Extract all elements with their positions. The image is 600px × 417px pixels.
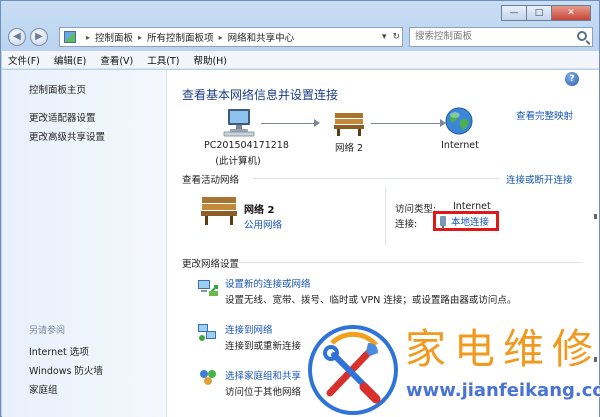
active-network-name: 网络 2 — [244, 205, 275, 216]
access-type-label: 访问类型: — [395, 204, 437, 215]
address-actions: ▾ ↻ — [379, 28, 403, 46]
task-new-connection-desc: 设置无线、宽带、拨号、临时或 VPN 连接；或设置路由器或访问点。 — [225, 295, 517, 306]
close-button[interactable]: ✕ — [551, 5, 591, 21]
menu-tools[interactable]: 工具(T) — [147, 53, 179, 67]
refresh-icon[interactable]: ↻ — [392, 32, 400, 42]
menu-edit[interactable]: 编辑(E) — [54, 53, 86, 67]
map-link-line — [261, 123, 315, 124]
view-full-map-link[interactable]: 查看完整映射 — [516, 108, 573, 122]
minimize-button[interactable]: — — [501, 5, 527, 21]
control-panel-icon — [64, 31, 76, 43]
connect-network-icon — [198, 324, 216, 341]
menu-view[interactable]: 查看(V) — [100, 53, 133, 67]
section-divider — [253, 178, 499, 179]
address-bar[interactable]: ▸ 控制面板 ▸ 所有控制面板项 ▸ 网络和共享中心 — [59, 27, 403, 47]
sidebar-homegroup[interactable]: 家庭组 — [29, 382, 58, 396]
internet-globe-icon — [445, 107, 473, 135]
task-new-connection-link[interactable]: 设置新的连接或网络 — [225, 276, 311, 290]
search-input[interactable]: 搜索控制面板 — [409, 27, 593, 47]
ethernet-plug-icon — [440, 216, 446, 229]
sidebar-advanced-sharing[interactable]: 更改高级共享设置 — [29, 129, 105, 143]
window-controls: — □ ✕ — [501, 5, 591, 21]
local-connection-link[interactable]: 本地连接 — [451, 214, 489, 228]
map-internet[interactable]: Internet — [435, 140, 485, 151]
active-network-bench-icon — [201, 197, 237, 225]
maximize-button[interactable]: □ — [526, 5, 552, 21]
homegroup-icon — [200, 370, 216, 385]
menu-help[interactable]: 帮助(H) — [193, 53, 227, 67]
watermark-logo — [307, 324, 399, 416]
window-frame: — □ ✕ ◀ ▶ ▸ 控制面板 ▸ 所有控制面板项 ▸ 网络和共享中心 ▾ ↻… — [0, 0, 600, 417]
menu-bar: 文件(F) 编辑(E) 查看(V) 工具(T) 帮助(H) — [2, 51, 599, 69]
watermark-url-text: www.jianfeikang.com — [406, 380, 600, 401]
breadcrumb-all-items[interactable]: 所有控制面板项 — [147, 30, 214, 44]
sidebar-see-also-heading: 另请参阅 — [29, 326, 66, 336]
task-homegroup-link[interactable]: 选择家庭组和共享 — [225, 368, 301, 382]
local-connection-highlight[interactable]: 本地连接 — [433, 211, 499, 231]
task-connect-network-desc: 连接到或重新连接 — [225, 341, 302, 352]
task-connect-network-link[interactable]: 连接到网络 — [225, 322, 273, 336]
vertical-divider — [385, 188, 386, 246]
page-title: 查看基本网络信息并设置连接 — [182, 88, 339, 102]
sidebar-home-link[interactable]: 控制面板主页 — [29, 82, 86, 96]
breadcrumb-control-panel[interactable]: 控制面板 — [95, 30, 133, 44]
new-connection-icon — [198, 280, 218, 296]
map-network-name[interactable]: 网络 2 — [323, 140, 375, 154]
search-placeholder: 搜索控制面板 — [415, 31, 473, 42]
map-arrow-icon — [314, 119, 320, 127]
sidebar-internet-options[interactable]: Internet 选项 — [29, 344, 89, 358]
sidebar: 控制面板主页 更改适配器设置 更改高级共享设置 另请参阅 Internet 选项… — [2, 70, 167, 417]
breadcrumb-separator[interactable]: ▸ — [219, 33, 223, 42]
computer-icon — [223, 109, 255, 137]
sidebar-windows-firewall[interactable]: Windows 防火墙 — [29, 363, 103, 377]
connect-disconnect-link[interactable]: 连接或断开连接 — [506, 172, 573, 186]
watermark-brand-text: 家电维修 — [405, 325, 600, 373]
active-network-type-link[interactable]: 公用网络 — [244, 217, 282, 231]
change-settings-heading: 更改网络设置 — [182, 259, 240, 270]
map-computer-name: PC201504171218 — [204, 140, 289, 151]
address-dropdown-icon[interactable]: ▾ — [382, 32, 387, 42]
breadcrumb-network-center[interactable]: 网络和共享中心 — [228, 30, 295, 44]
sidebar-adapter-settings[interactable]: 更改适配器设置 — [29, 110, 96, 124]
active-networks-heading: 查看活动网络 — [182, 175, 240, 186]
section-divider — [239, 262, 583, 263]
connections-label: 连接: — [395, 219, 418, 230]
breadcrumb-separator[interactable]: ▸ — [138, 33, 142, 42]
task-homegroup-desc: 访问位于其他网络 — [225, 387, 302, 398]
network-bench-icon — [334, 113, 364, 136]
breadcrumb-separator[interactable]: ▸ — [86, 33, 90, 42]
back-button[interactable]: ◀ — [8, 28, 26, 46]
menu-file[interactable]: 文件(F) — [8, 53, 40, 67]
search-icon[interactable] — [577, 31, 587, 41]
help-icon[interactable]: ? — [565, 72, 579, 86]
map-link-line — [371, 123, 441, 124]
forward-button[interactable]: ▶ — [30, 28, 48, 46]
map-computer-sub: (此计算机) — [215, 156, 261, 167]
